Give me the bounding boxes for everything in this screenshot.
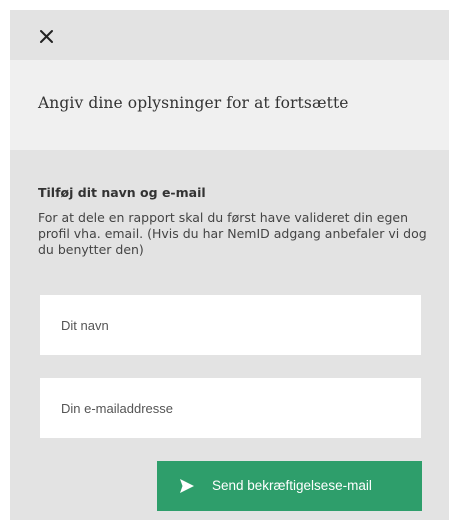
close-button[interactable] — [32, 22, 60, 50]
email-input[interactable] — [40, 378, 421, 438]
dialog: Angiv dine oplysninger for at fortsætte … — [10, 10, 449, 520]
dialog-title: Angiv dine oplysninger for at fortsætte — [38, 94, 349, 112]
dialog-header: Angiv dine oplysninger for at fortsætte — [10, 60, 449, 150]
send-icon — [179, 478, 195, 494]
dialog-content: Tilføj dit navn og e-mail For at dele en… — [10, 150, 449, 520]
send-button-label: Send bekræftigelsese-mail — [212, 478, 372, 493]
section-heading: Tilføj dit navn og e-mail — [38, 185, 206, 200]
name-input[interactable] — [40, 295, 421, 355]
close-icon — [32, 22, 60, 50]
send-confirmation-button[interactable]: Send bekræftigelsese-mail — [157, 461, 422, 511]
dialog-topbar — [10, 10, 449, 60]
section-description: For at dele en rapport skal du først hav… — [38, 210, 427, 257]
